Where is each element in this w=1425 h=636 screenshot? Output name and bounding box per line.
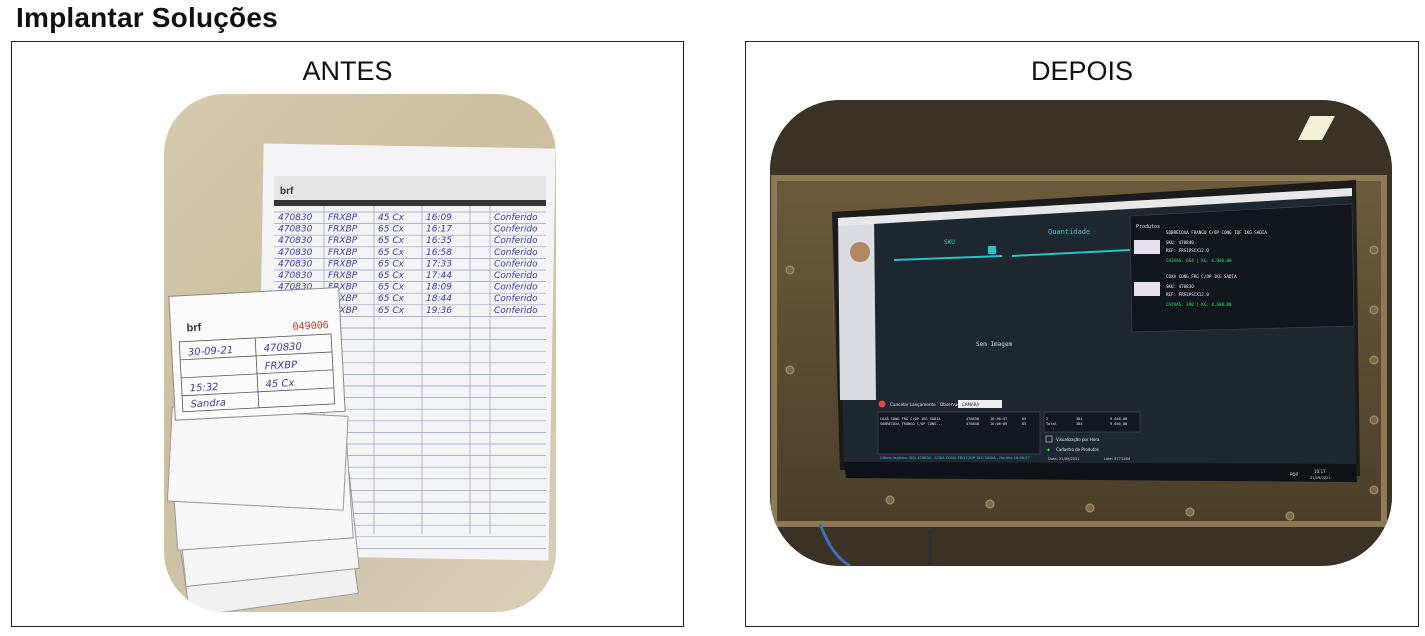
sheet-cell: 16:09	[426, 213, 452, 223]
list-cell: 65	[1022, 417, 1026, 421]
summary-cell: 9.640,00	[1110, 422, 1127, 426]
list-cell: 16:46:57	[990, 417, 1007, 421]
sheet-cell: 470830	[278, 213, 313, 223]
sheet-cell: Conferido	[494, 283, 538, 293]
svg-text:REF: FRSIPSCX12.0: REF: FRSIPSCX12.0	[1166, 292, 1209, 297]
before-label: ANTES	[302, 56, 393, 86]
sheet-cell: 18:09	[426, 283, 452, 293]
svg-text:Data: 21/09/2021: Data: 21/09/2021	[1048, 457, 1080, 461]
no-image-text: Sem Imagem	[976, 341, 1013, 348]
summary-cell: 2	[1046, 417, 1048, 421]
svg-text:✦: ✦	[1046, 447, 1051, 454]
tag-field: 45 Cx	[265, 378, 294, 390]
sheet-cell: 16:17	[426, 225, 452, 235]
svg-text:Visualização por Hora: Visualização por Hora	[1056, 437, 1100, 442]
svg-text:Lote: 3771264: Lote: 3771264	[1104, 457, 1131, 461]
svg-text:10:17: 10:17	[1314, 469, 1326, 474]
sheet-cell: Conferido	[494, 271, 538, 281]
qty-header: Quantidade	[1048, 228, 1090, 236]
sheet-cell: 17:44	[426, 271, 452, 281]
before-photo: brf 470830 FRXBP 45 Cx 16:09 Conferido 470830…	[164, 94, 556, 612]
list-cell: COXA CONG FRG C/OP 1KG SADIA	[880, 417, 941, 421]
hmi-screen: SKU Quantidade Sem Imagem Produtos SOBRE…	[838, 188, 1356, 464]
sheet-cell: Conferido	[494, 294, 538, 304]
sheet-cell: Conferido	[494, 306, 538, 316]
sheet-cell: 470830	[278, 248, 313, 258]
tag-field: Sandra	[190, 398, 226, 411]
sheet-cell: Conferido	[494, 225, 538, 235]
after-label: DEPOIS	[1030, 56, 1134, 86]
list-cell: 470840	[966, 422, 979, 426]
list-cell: 65	[1022, 422, 1026, 426]
sheet-cell: 470830	[278, 225, 313, 235]
sheet-cell: 65 Cx	[378, 271, 405, 281]
sheet-cell: 16:35	[426, 236, 452, 246]
svg-text:POR: POR	[1290, 472, 1299, 477]
summary-cell: 384	[1076, 422, 1083, 426]
tag-field: 470830	[263, 341, 302, 354]
sheet-cell: 65 Cx	[378, 306, 405, 316]
sheet-cell: 16:58	[426, 248, 452, 258]
page-title: Implantar Soluções	[16, 2, 278, 33]
sheet-cell: Conferido	[494, 236, 538, 246]
sheet-cell: 65 Cx	[378, 283, 405, 293]
svg-text:CAIXAS: 390 | KG: 4.680,00: CAIXAS: 390 | KG: 4.680,00	[1166, 302, 1232, 307]
sheet-cell: FRXBP	[328, 259, 358, 269]
summary-cell: 9.640,00	[1110, 417, 1127, 421]
svg-text:Cadastro de Produtos: Cadastro de Produtos	[1056, 447, 1099, 452]
after-panel: DEPOIS SKU Quantidade Sem Imagem Produto…	[745, 41, 1419, 627]
sheet-cell: 65 Cx	[378, 225, 405, 235]
tag-field: FRXBP	[264, 360, 298, 373]
sheet-cell: 19:36	[426, 306, 452, 316]
list-cell: 16:06:09	[990, 422, 1007, 426]
sheet-cell: 65 Cx	[378, 236, 405, 246]
sheet-cell: Conferido	[494, 213, 538, 223]
sheet-cell: 65 Cx	[378, 294, 405, 304]
sheet-cell: 470830	[278, 259, 313, 269]
before-panel: ANTES brf 470830 FRXBP 45 Cx 16:09 Conferido…	[11, 41, 684, 627]
sheet-cell: 65 Cx	[378, 259, 405, 269]
pallet-tags: brf 049006 30-09-21 470830FRXBP45 Cx15:32…	[166, 286, 360, 612]
sheet-cell: FRXBP	[328, 213, 358, 223]
svg-text:COXA CONG FRG C/OP 1KG SADIA: COXA CONG FRG C/OP 1KG SADIA	[1166, 274, 1237, 279]
sheet-cell: FRXBP	[328, 236, 358, 246]
svg-text:brf: brf	[186, 322, 202, 335]
sheet-brand: brf	[280, 186, 294, 197]
svg-text:Cancelar Lançamento: Cancelar Lançamento	[890, 402, 936, 407]
svg-text:CAMARA: CAMARA	[962, 402, 979, 407]
summary-cell: 384	[1076, 417, 1083, 421]
sheet-cell: 18:44	[426, 294, 452, 304]
list-cell: SOBRECOXA FRANGO C/OP CONG...	[880, 422, 943, 426]
sku-label: SKU	[944, 239, 955, 246]
tag-field: 15:32	[189, 382, 218, 394]
svg-text:21/09/2021: 21/09/2021	[1310, 476, 1331, 480]
sheet-cell: 17:33	[426, 259, 452, 269]
svg-text:CAIXAS: 664 | KG: 4.980,00: CAIXAS: 664 | KG: 4.980,00	[1166, 258, 1232, 263]
svg-text:SKU: 470830: SKU: 470830	[1166, 284, 1194, 289]
svg-text:REF: FRSIPSCX12.0: REF: FRSIPSCX12.0	[1166, 248, 1209, 253]
svg-text:SOBRECOXA FRANGO C/OP CONG IQF: SOBRECOXA FRANGO C/OP CONG IQF 1KG SADIA	[1166, 230, 1267, 235]
svg-text:Produtos: Produtos	[1136, 224, 1160, 230]
sheet-cell: Conferido	[494, 259, 538, 269]
sheet-cell: 470830	[278, 271, 313, 281]
sheet-cell: FRXBP	[328, 271, 358, 281]
sheet-cell: 470830	[278, 236, 313, 246]
sheet-cell: FRXBP	[328, 225, 358, 235]
list-cell: 470830	[966, 417, 979, 421]
after-photo: SKU Quantidade Sem Imagem Produtos SOBRE…	[770, 100, 1392, 566]
svg-text:049006: 049006	[292, 320, 329, 333]
sheet-cell: 45 Cx	[378, 213, 405, 223]
sheet-cell: Conferido	[494, 248, 538, 258]
sheet-cell: 65 Cx	[378, 248, 405, 258]
svg-text:Ultimo registro: SKU 470830 -: Ultimo registro: SKU 470830 - COXA CONG …	[880, 456, 1030, 460]
sheet-cell: FRXBP	[328, 248, 358, 258]
summary-cell: Total	[1046, 422, 1057, 426]
svg-text:SKU: 470840: SKU: 470840	[1166, 240, 1194, 245]
